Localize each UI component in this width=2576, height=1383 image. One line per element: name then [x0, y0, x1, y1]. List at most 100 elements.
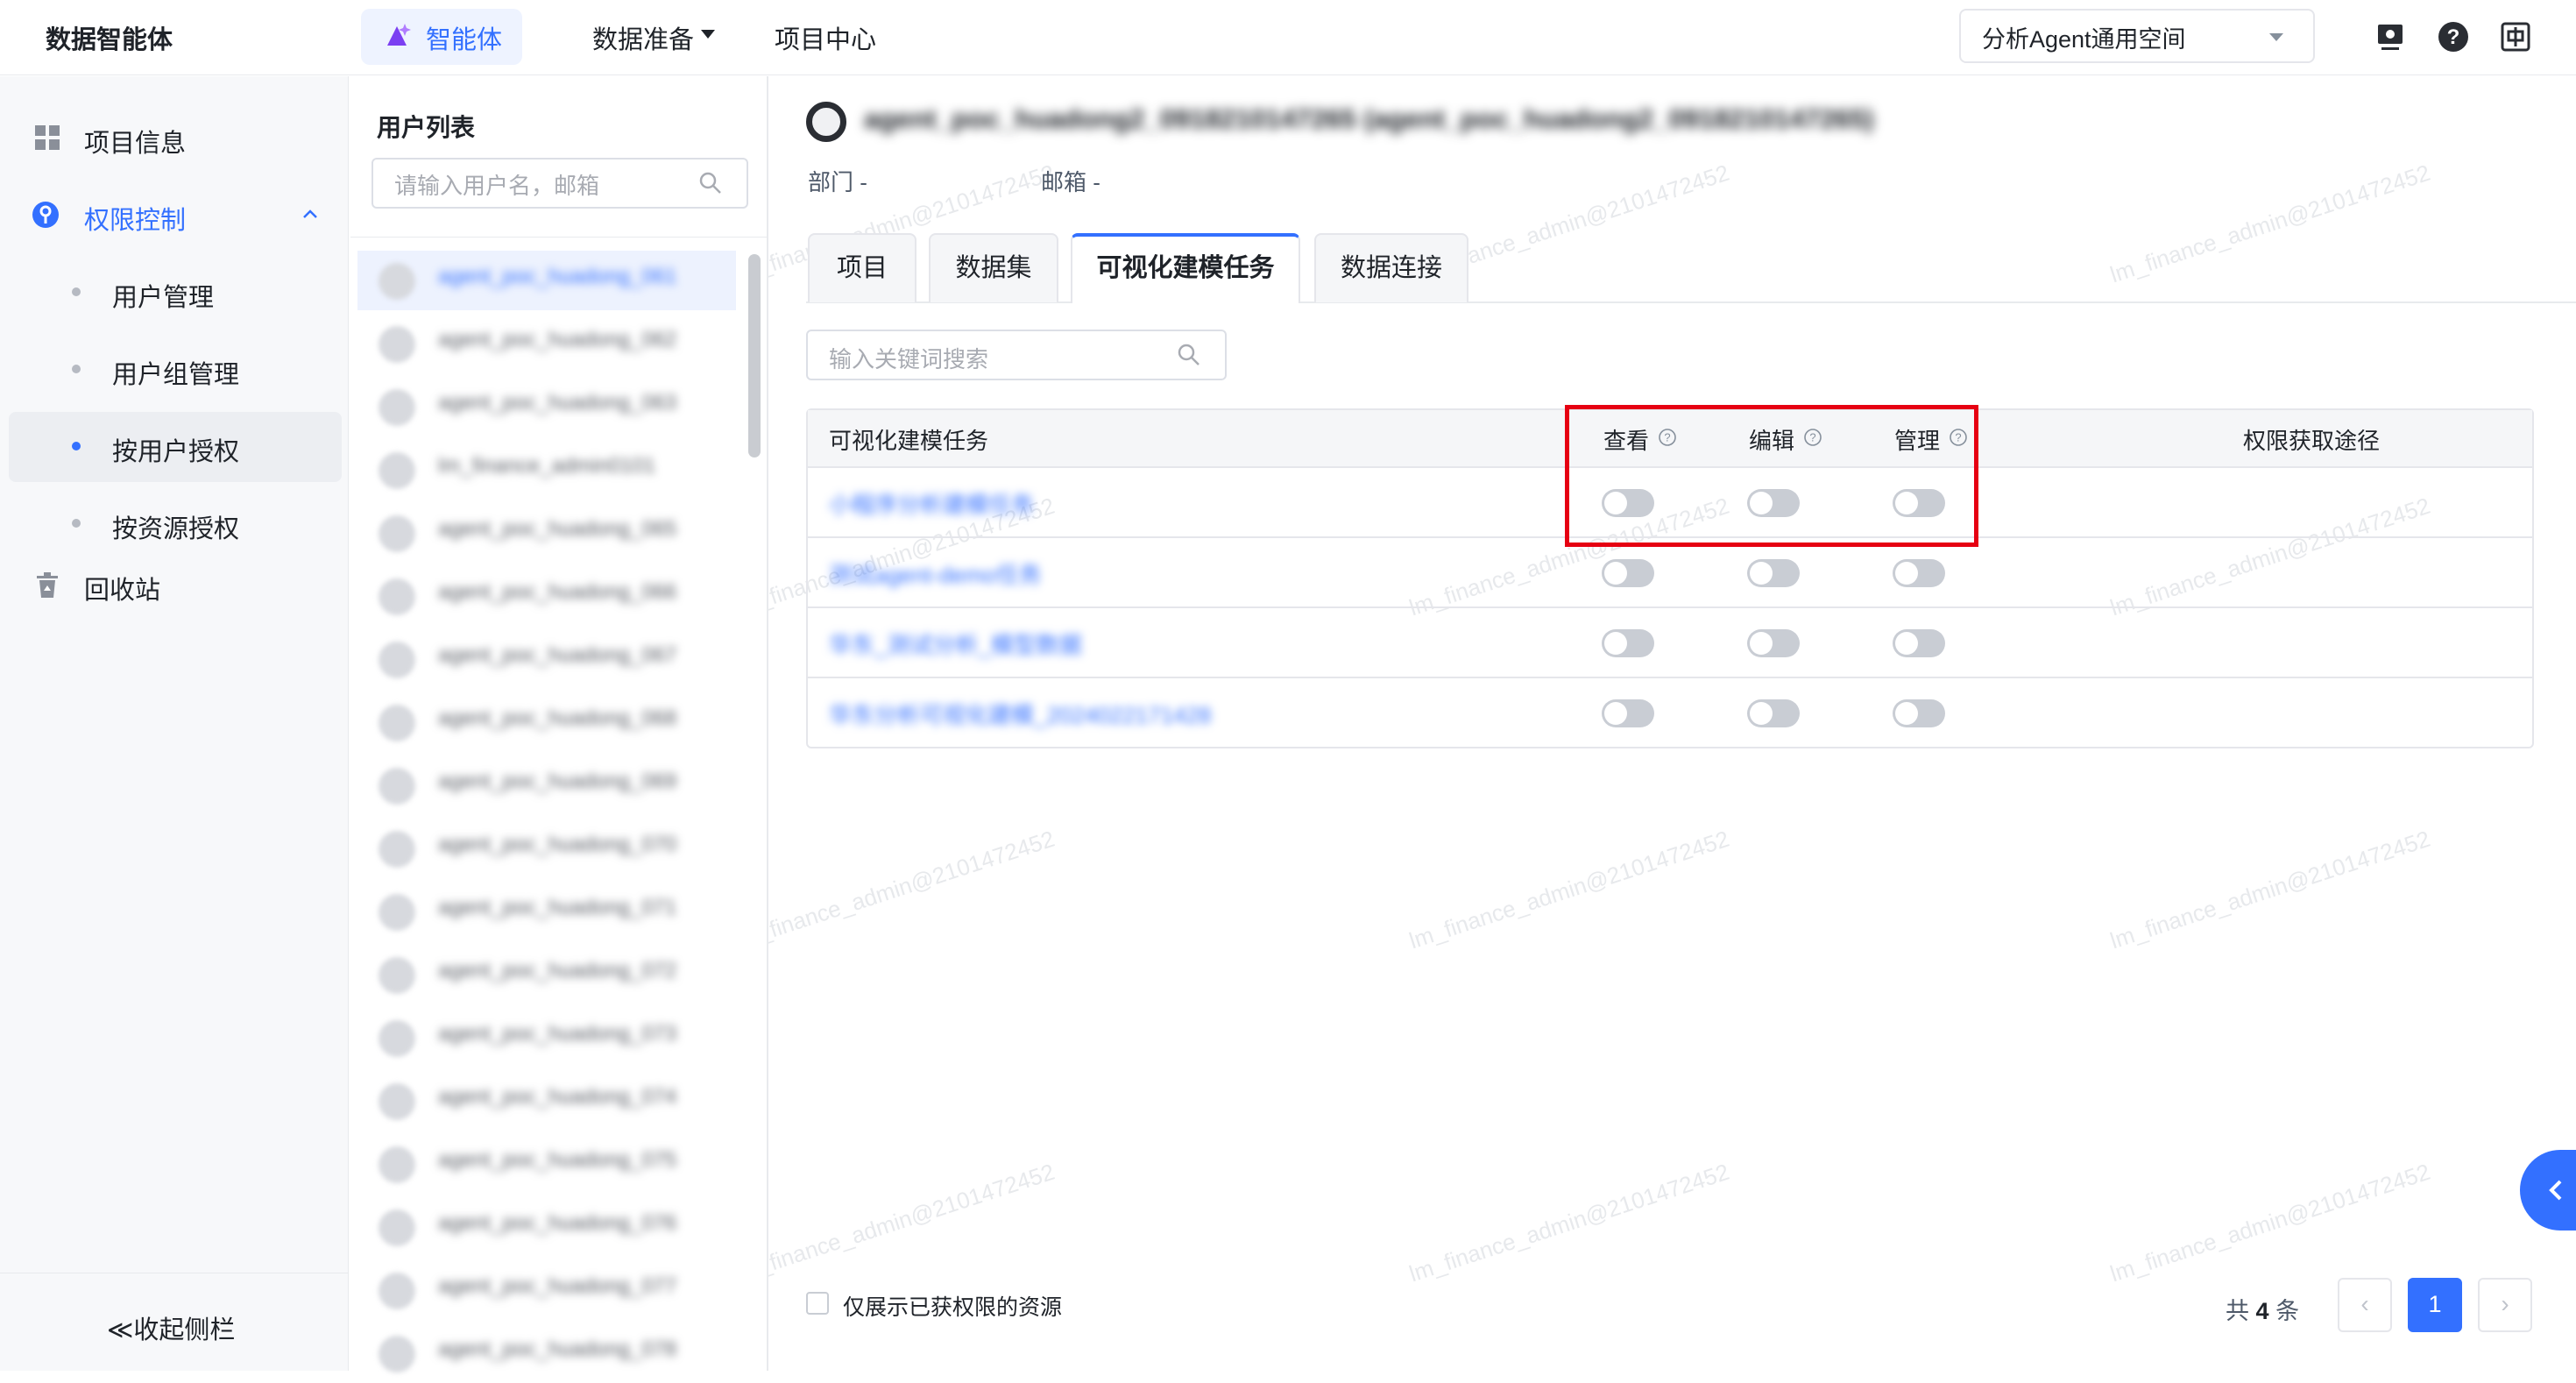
next-page-button[interactable]: ›: [2478, 1278, 2532, 1332]
user-list-item[interactable]: agent_poc_huadong_067: [357, 629, 736, 689]
app-brand: 数据智能体: [46, 26, 173, 54]
task-link[interactable]: 测试agent-demo任务: [829, 557, 1042, 590]
tab-project[interactable]: 项目: [808, 233, 916, 302]
page-number-button[interactable]: 1: [2408, 1278, 2462, 1332]
watermark-text: lm_finance_admin@2101472452: [1405, 825, 1733, 954]
caret-down-icon[interactable]: [2269, 33, 2283, 41]
avatar: [379, 768, 415, 805]
user-name[interactable]: agent_poc_huadong_067: [438, 643, 701, 671]
chevron-up-icon[interactable]: [301, 205, 319, 223]
user-name[interactable]: agent_poc_huadong_074: [438, 1085, 701, 1113]
nav-project-center[interactable]: 项目中心: [775, 19, 876, 56]
watermark-text: lm_finance_admin@2101472452: [731, 1158, 1058, 1287]
collapse-sidebar-button[interactable]: ≪收起侧栏: [107, 1309, 235, 1346]
sidebar-item-by-user[interactable]: 按用户授权: [112, 431, 239, 468]
watermark-text: lm_finance_admin@2101472452: [2106, 1158, 2434, 1287]
edit-toggle[interactable]: [1747, 629, 1800, 657]
caret-down-icon[interactable]: [701, 30, 715, 39]
user-name[interactable]: agent_poc_huadong_075: [438, 1148, 701, 1176]
sidebar-item-permission[interactable]: 权限控制: [84, 200, 186, 237]
search-icon[interactable]: [1176, 342, 1202, 368]
user-list-item[interactable]: agent_poc_huadong_069: [357, 755, 736, 815]
tab-data-connection[interactable]: 数据连接: [1314, 233, 1468, 302]
user-name[interactable]: agent_poc_huadong_078: [438, 1337, 701, 1365]
header-permission-path: 权限获取途径: [2243, 428, 2381, 454]
user-list-item[interactable]: agent_poc_huadong_071: [357, 882, 736, 941]
manage-toggle[interactable]: [1893, 559, 1945, 587]
user-name[interactable]: agent_poc_huadong_066: [438, 580, 701, 608]
user-list-item[interactable]: agent_poc_huadong_062: [357, 314, 736, 373]
user-name[interactable]: agent_poc_huadong_065: [438, 517, 701, 545]
only-granted-label[interactable]: 仅展示已获权限的资源: [843, 1290, 1062, 1322]
user-list-item[interactable]: agent_poc_huadong_078: [357, 1323, 736, 1383]
scrollbar-thumb[interactable]: [748, 254, 761, 457]
user-list-item[interactable]: agent_poc_huadong_072: [357, 945, 736, 1004]
user-list-item[interactable]: agent_poc_huadong_077: [357, 1260, 736, 1320]
help-icon[interactable]: ?: [2438, 21, 2469, 53]
tab-dataset[interactable]: 数据集: [929, 233, 1058, 302]
watermark-text: lm_finance_admin@2101472452: [731, 825, 1058, 954]
user-list-item[interactable]: agent_poc_huadong_066: [357, 566, 736, 626]
bullet-dot: [72, 287, 81, 296]
watermark-text: lm_finance_admin@2101472452: [2106, 159, 2434, 288]
search-icon[interactable]: [697, 170, 724, 196]
prev-page-button[interactable]: ‹: [2338, 1278, 2392, 1332]
view-toggle[interactable]: [1602, 629, 1654, 657]
user-list-item[interactable]: agent_poc_huadong_070: [357, 819, 736, 878]
monitor-icon[interactable]: [2374, 21, 2406, 53]
bullet-dot: [72, 519, 81, 528]
user-list-item[interactable]: agent_poc_huadong_063: [357, 377, 736, 436]
user-list-item[interactable]: agent_poc_huadong_075: [357, 1134, 736, 1194]
user-name[interactable]: agent_poc_huadong_068: [438, 706, 701, 734]
user-name[interactable]: lm_finance_admin0101: [438, 454, 701, 482]
user-list-item[interactable]: agent_poc_huadong_073: [357, 1008, 736, 1067]
user-list-item[interactable]: agent_poc_huadong_065: [357, 503, 736, 563]
user-name[interactable]: agent_poc_huadong_070: [438, 833, 701, 861]
language-icon[interactable]: [2500, 21, 2531, 53]
avatar: [806, 102, 846, 142]
grid-icon: [35, 125, 60, 150]
user-name[interactable]: agent_poc_huadong_063: [438, 391, 701, 419]
view-toggle[interactable]: [1602, 559, 1654, 587]
only-granted-checkbox[interactable]: [806, 1292, 829, 1315]
user-name[interactable]: agent_poc_huadong_077: [438, 1274, 701, 1302]
nav-agent-label[interactable]: 智能体: [426, 19, 502, 56]
user-name[interactable]: agent_poc_huadong_073: [438, 1022, 701, 1050]
avatar: [379, 894, 415, 931]
chevron-left-icon[interactable]: [2544, 1176, 2567, 1204]
user-list-item[interactable]: agent_poc_huadong_074: [357, 1071, 736, 1131]
sidebar-item-user-mgmt[interactable]: 用户管理: [112, 277, 214, 314]
user-name[interactable]: agent_poc_huadong_069: [438, 770, 701, 798]
sidebar-item-by-resource[interactable]: 按资源授权: [112, 508, 239, 545]
keyword-search-placeholder[interactable]: 输入关键词搜索: [829, 342, 988, 374]
total-prefix: 共: [2226, 1298, 2249, 1324]
sidebar-item-project-info[interactable]: 项目信息: [84, 123, 186, 160]
user-list-item[interactable]: agent_poc_huadong_076: [357, 1197, 736, 1257]
nav-data-prep[interactable]: 数据准备: [592, 19, 694, 56]
tab-visual-modeling[interactable]: 可视化建模任务: [1071, 233, 1300, 303]
manage-toggle[interactable]: [1893, 629, 1945, 657]
task-link[interactable]: 华东分析可视化建模_2024022171428: [829, 698, 1211, 730]
view-toggle[interactable]: [1602, 699, 1654, 727]
edit-toggle[interactable]: [1747, 699, 1800, 727]
task-link[interactable]: 小程序分析建模任务: [829, 487, 1034, 520]
row-divider: [808, 677, 2532, 678]
user-name[interactable]: agent_poc_huadong_061: [438, 265, 701, 293]
avatar: [379, 1209, 415, 1246]
user-list-item[interactable]: agent_poc_huadong_061: [357, 251, 736, 310]
task-link[interactable]: 华东_测试分析_模型数据: [829, 628, 1082, 660]
user-name[interactable]: agent_poc_huadong_062: [438, 328, 701, 356]
user-name[interactable]: agent_poc_huadong_072: [438, 959, 701, 987]
avatar: [379, 452, 415, 489]
user-name[interactable]: agent_poc_huadong_076: [438, 1211, 701, 1239]
space-select-value[interactable]: 分析Agent通用空间: [1982, 20, 2186, 54]
manage-toggle[interactable]: [1893, 699, 1945, 727]
sidebar-item-recycle[interactable]: 回收站: [84, 570, 160, 606]
user-search-placeholder[interactable]: 请输入用户名，邮箱: [394, 168, 599, 201]
user-list-title: 用户列表: [377, 114, 476, 141]
user-list-item[interactable]: agent_poc_huadong_068: [357, 692, 736, 752]
user-list-item[interactable]: lm_finance_admin0101: [357, 440, 736, 500]
user-name[interactable]: agent_poc_huadong_071: [438, 896, 701, 924]
sidebar-item-group-mgmt[interactable]: 用户组管理: [112, 354, 239, 391]
edit-toggle[interactable]: [1747, 559, 1800, 587]
